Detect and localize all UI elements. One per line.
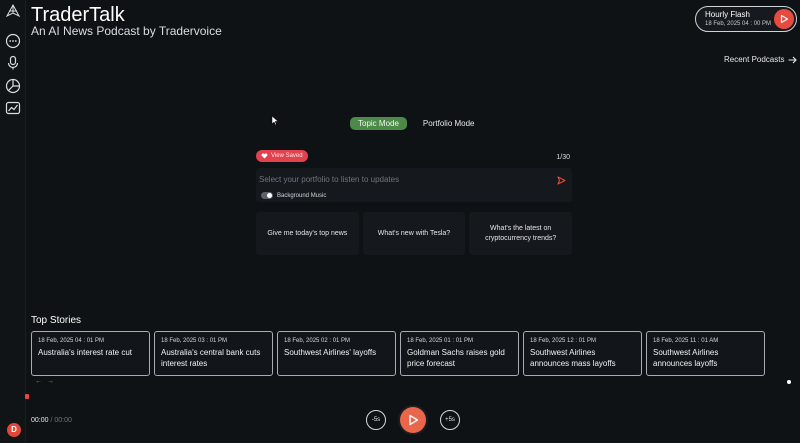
story-title: Australia's interest rate cut xyxy=(38,348,133,357)
avatar[interactable]: D xyxy=(7,423,21,437)
story-time: 18 Feb, 2025 01 : 01 PM xyxy=(407,338,474,344)
story-card[interactable]: 18 Feb, 2025 01 : 01 PM Goldman Sachs ra… xyxy=(400,331,519,376)
view-saved-label: View Saved xyxy=(271,153,303,159)
current-time: 00:00 xyxy=(31,417,49,424)
story-scroll-arrows: ← → xyxy=(35,378,54,385)
recent-podcasts-label: Recent Podcasts xyxy=(724,55,785,64)
story-card[interactable]: 18 Feb, 2025 02 : 01 PM Southwest Airlin… xyxy=(277,331,396,376)
tab-topic-mode[interactable]: Topic Mode xyxy=(350,117,407,130)
send-icon[interactable] xyxy=(557,176,566,185)
suggestion-chip[interactable]: What's the latest on cryptocurrency tren… xyxy=(469,212,573,255)
background-music-label: Background Music xyxy=(277,192,327,199)
suggestion-chip[interactable]: Give me today's top news xyxy=(256,212,359,255)
top-stories-heading: Top Stories xyxy=(31,315,82,326)
story-time: 18 Feb, 2025 11 : 01 AM xyxy=(653,338,719,344)
prompt-input[interactable] xyxy=(259,174,539,185)
background-music-control: Background Music xyxy=(261,192,326,199)
pie-chart-icon[interactable] xyxy=(5,78,21,94)
story-time: 18 Feb, 2025 02 : 01 PM xyxy=(284,338,351,344)
arrow-right-icon[interactable]: → xyxy=(47,378,54,385)
view-saved-button[interactable]: View Saved xyxy=(256,150,308,162)
hourly-flash-title: Hourly Flash xyxy=(705,10,750,19)
logo-icon[interactable] xyxy=(5,3,21,19)
duration: 00:00 xyxy=(54,417,72,424)
mouse-cursor-icon xyxy=(271,115,279,126)
hourly-flash-card[interactable]: Hourly Flash 18 Feb, 2025 04 : 00 PM xyxy=(695,6,797,32)
play-button[interactable] xyxy=(400,407,426,433)
background-music-toggle[interactable] xyxy=(261,192,273,199)
story-title: Southwest Airlines' layoffs xyxy=(284,348,377,357)
prompt-box: Background Music xyxy=(256,168,572,202)
play-icon xyxy=(780,14,789,24)
forward-button[interactable]: +5s xyxy=(440,410,460,430)
heart-icon xyxy=(261,153,268,159)
story-card[interactable]: 18 Feb, 2025 11 : 01 AM Southwest Airlin… xyxy=(646,331,765,376)
story-time: 18 Feb, 2025 04 : 01 PM xyxy=(38,338,105,344)
rewind-button[interactable]: -5s xyxy=(366,410,386,430)
trend-chart-icon[interactable] xyxy=(5,100,21,116)
story-card[interactable]: 18 Feb, 2025 04 : 01 PM Australia's inte… xyxy=(31,331,150,376)
play-icon xyxy=(409,414,419,426)
arrow-left-icon[interactable]: ← xyxy=(35,378,42,385)
top-stories-list: 18 Feb, 2025 04 : 01 PM Australia's inte… xyxy=(31,331,765,376)
story-time: 18 Feb, 2025 12 : 01 PM xyxy=(530,338,597,344)
story-title: Southwest Airlines announces mass layoff… xyxy=(530,348,616,368)
progress-handle[interactable] xyxy=(25,394,29,399)
recent-podcasts-link[interactable]: Recent Podcasts xyxy=(724,55,798,64)
story-card[interactable]: 18 Feb, 2025 12 : 01 PM Southwest Airlin… xyxy=(523,331,642,376)
mode-switch: Topic Mode Portfolio Mode xyxy=(350,117,483,130)
playback-time: 00:00 / 00:00 xyxy=(31,417,72,424)
arrow-right-icon xyxy=(788,56,798,63)
chat-icon[interactable] xyxy=(5,33,21,49)
carousel-indicator[interactable] xyxy=(787,380,791,384)
time-separator: / xyxy=(50,417,53,424)
suggestion-list: Give me today's top news What's new with… xyxy=(256,212,573,255)
story-title: Southwest Airlines announces layoffs xyxy=(653,348,719,368)
hourly-flash-play-button[interactable] xyxy=(774,9,794,29)
story-card[interactable]: 18 Feb, 2025 03 : 01 PM Australia's cent… xyxy=(154,331,273,376)
prompt-counter: 1/30 xyxy=(556,154,570,161)
microphone-icon[interactable] xyxy=(5,55,21,71)
hourly-flash-time: 18 Feb, 2025 04 : 00 PM xyxy=(705,21,772,27)
tab-portfolio-mode[interactable]: Portfolio Mode xyxy=(415,117,483,130)
story-title: Goldman Sachs raises gold price forecast xyxy=(407,348,505,368)
page-subtitle: An AI News Podcast by Tradervoice xyxy=(31,24,222,38)
composer-panel: View Saved 1/30 Background Music Give me… xyxy=(256,148,573,256)
story-time: 18 Feb, 2025 03 : 01 PM xyxy=(161,338,228,344)
sidebar: D xyxy=(0,0,26,443)
story-title: Australia's central bank cuts interest r… xyxy=(161,348,261,368)
suggestion-chip[interactable]: What's new with Tesla? xyxy=(362,212,466,255)
